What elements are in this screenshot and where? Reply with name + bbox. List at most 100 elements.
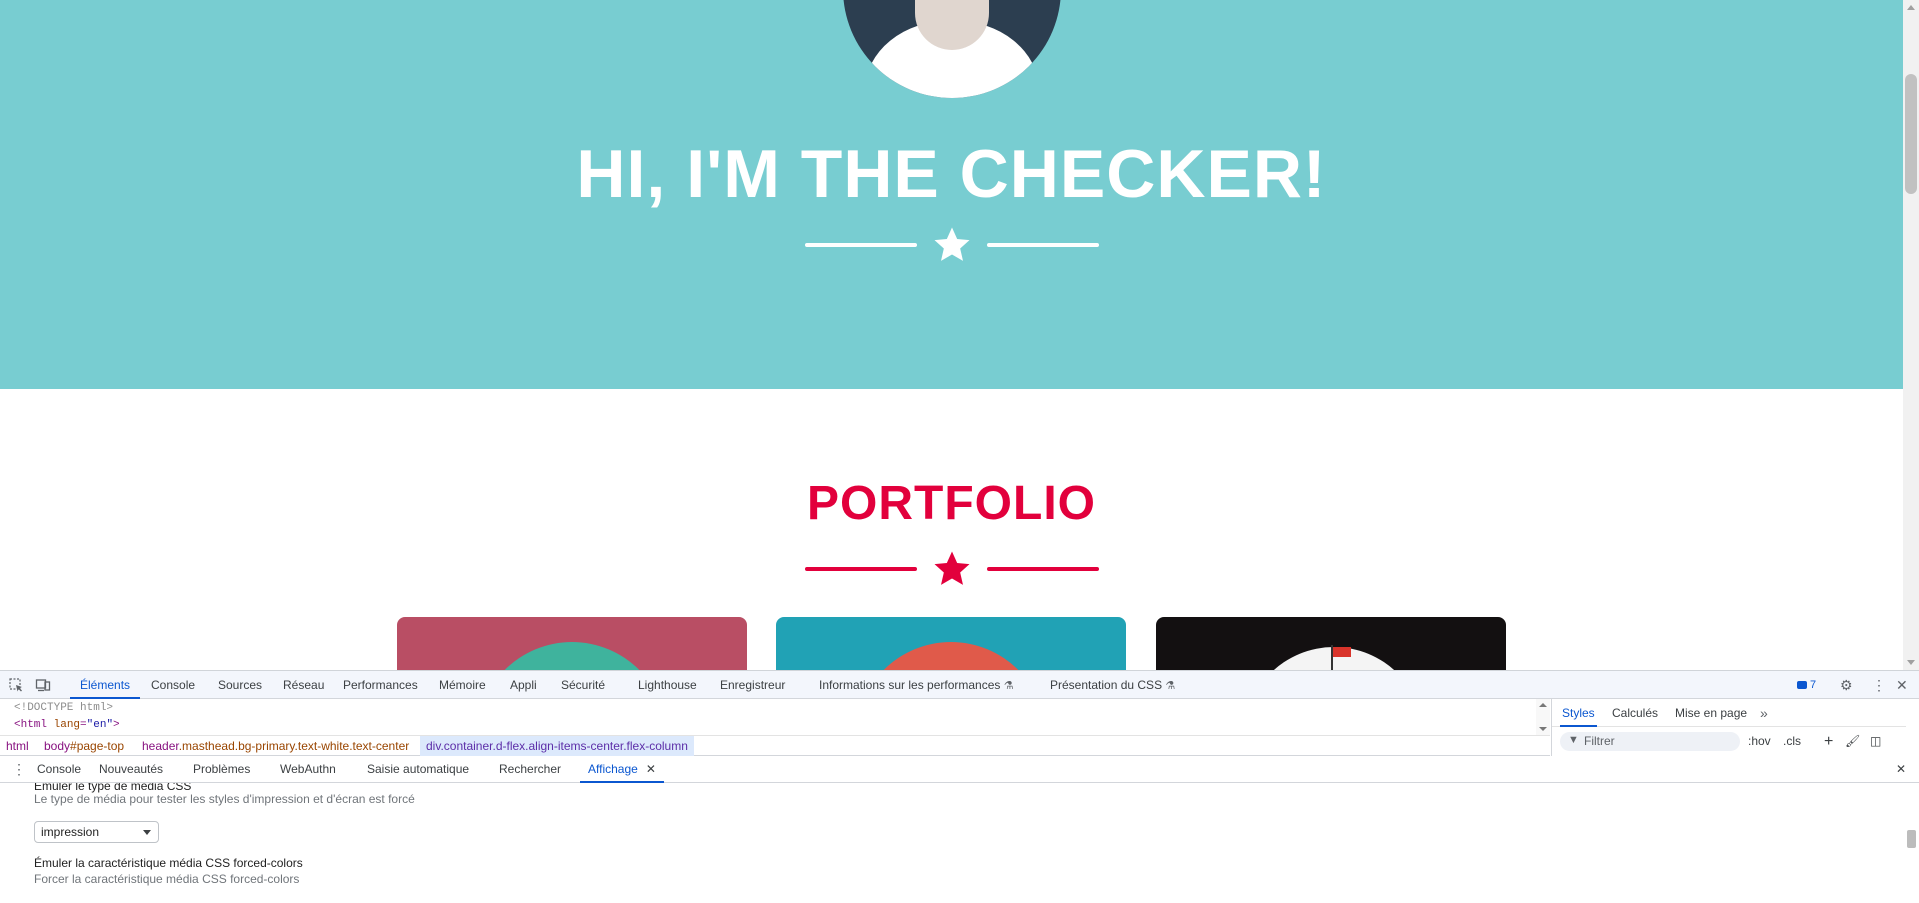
scroll-down-arrow-icon[interactable]	[1907, 660, 1915, 665]
experiment-flask-icon: ⚗	[1003, 680, 1014, 692]
breadcrumb-header-classes: .masthead.bg-primary.text-white.text-cen…	[178, 739, 410, 753]
tab-security[interactable]: Sécurité	[561, 671, 605, 699]
drawer-tab-issues[interactable]: Problèmes	[193, 756, 250, 783]
tab-layout[interactable]: Mise en page	[1675, 699, 1747, 727]
styles-scrollbar[interactable]	[1906, 699, 1919, 756]
portfolio-illustration	[856, 642, 1046, 670]
close-devtools-icon[interactable]: ✕	[1896, 671, 1908, 699]
tab-performance-insights[interactable]: Informations sur les performances ⚗	[819, 671, 1014, 699]
more-tabs-chevron-icon[interactable]: »	[1760, 699, 1768, 727]
divider-line-right	[987, 243, 1099, 247]
forced-colors-title: Émuler la caractéristique média CSS forc…	[34, 856, 303, 870]
issues-message-icon	[1797, 681, 1807, 690]
tab-styles[interactable]: Styles	[1560, 699, 1597, 727]
settings-gear-icon[interactable]: ⚙	[1840, 671, 1853, 699]
breadcrumb-body[interactable]: body#page-top	[38, 736, 130, 756]
breadcrumb-header[interactable]: header.masthead.bg-primary.text-white.te…	[136, 736, 415, 756]
portfolio-item-1[interactable]	[397, 617, 747, 670]
paint-brush-icon[interactable]: 🖌	[1845, 732, 1860, 751]
emulate-media-type-description: Le type de média pour tester les styles …	[34, 792, 415, 806]
drawer-tab-console[interactable]: Console	[37, 756, 81, 783]
masthead: HI, I'M THE CHECKER!	[0, 0, 1903, 389]
dom-html-line[interactable]: <html lang="en">	[14, 717, 1550, 734]
styles-pane: Styles Calculés Mise en page » ▼ :hov .c…	[1551, 699, 1919, 756]
hover-state-button[interactable]: :hov	[1748, 732, 1771, 751]
close-drawer-icon[interactable]: ✕	[1896, 756, 1906, 783]
styles-filter: ▼	[1560, 732, 1740, 751]
divider-line-left	[805, 243, 917, 247]
portfolio-item-2[interactable]	[776, 617, 1126, 670]
rendering-scrollbar[interactable]	[1903, 783, 1919, 903]
masthead-heading: HI, I'M THE CHECKER!	[576, 136, 1327, 212]
breadcrumb-html[interactable]: html	[0, 736, 35, 756]
experiment-flask-icon: ⚗	[1165, 680, 1176, 692]
breadcrumb-header-tag: header	[142, 739, 179, 753]
scroll-up-arrow-icon[interactable]	[1539, 703, 1547, 707]
issues-badge[interactable]: 7	[1797, 678, 1816, 692]
drawer-toolbar: ⋮ Console Nouveautés Problèmes WebAuthn …	[0, 756, 1919, 783]
drawer-tab-rendering[interactable]: Affichage ✕	[580, 756, 664, 783]
page-scrollbar[interactable]	[1903, 0, 1919, 670]
tab-application[interactable]: Appli	[510, 671, 537, 699]
dom-html-open: <html	[14, 719, 48, 731]
tab-performance[interactable]: Performances	[343, 671, 418, 699]
tab-network[interactable]: Réseau	[283, 671, 324, 699]
tab-recorder[interactable]: Enregistreur	[720, 671, 785, 699]
dom-tree: <!DOCTYPE html> <html lang="en">	[0, 699, 1550, 735]
drawer-menu-icon[interactable]: ⋮	[12, 756, 26, 783]
forced-colors-description: Forcer la caractéristique média CSS forc…	[34, 872, 300, 886]
tab-console[interactable]: Console	[151, 671, 195, 699]
star-icon	[934, 227, 970, 261]
breadcrumb-body-id: #page-top	[70, 739, 125, 753]
tab-css-overview[interactable]: Présentation du CSS ⚗	[1050, 671, 1175, 699]
dom-attr-value: "en"	[86, 719, 114, 731]
drawer-tab-whats-new[interactable]: Nouveautés	[99, 756, 163, 783]
media-type-selected: impression	[41, 825, 100, 839]
styles-filter-input[interactable]	[1584, 733, 1734, 749]
dom-doctype-line[interactable]: <!DOCTYPE html>	[14, 700, 1550, 717]
class-toggle-button[interactable]: .cls	[1783, 732, 1801, 751]
breadcrumb-body-tag: body	[44, 739, 71, 753]
styles-tabs: Styles Calculés Mise en page »	[1552, 699, 1919, 727]
device-toolbar-icon[interactable]	[35, 677, 51, 693]
dom-scrollbar[interactable]	[1536, 699, 1550, 735]
tab-lighthouse[interactable]: Lighthouse	[638, 671, 697, 699]
dom-html-close: >	[113, 719, 120, 731]
scroll-down-arrow-icon[interactable]	[1539, 727, 1547, 731]
styles-filter-row: ▼ :hov .cls + 🖌 ◫	[1552, 727, 1919, 756]
rendering-panel: Émuler le type de média CSS Le type de m…	[0, 783, 1903, 903]
chevron-down-icon	[143, 830, 151, 835]
scrollbar-thumb[interactable]	[1905, 74, 1917, 194]
breadcrumb-div[interactable]: div.container.d-flex.align-items-center.…	[420, 736, 694, 756]
tab-performance-insights-label: Informations sur les performances	[819, 678, 1001, 692]
devtools-toolbar: Éléments Console Sources Réseau Performa…	[0, 671, 1919, 699]
dom-breadcrumb: html body#page-top header.masthead.bg-pr…	[0, 735, 1550, 756]
scroll-up-arrow-icon[interactable]	[1907, 5, 1915, 10]
issues-count: 7	[1810, 679, 1817, 691]
drawer-tab-rendering-label: Affichage	[588, 762, 638, 776]
new-style-rule-icon[interactable]: +	[1824, 732, 1833, 751]
dom-attr-eq: =	[80, 719, 87, 731]
drawer-tab-search[interactable]: Rechercher	[499, 756, 561, 783]
more-options-icon[interactable]: ⋮	[1872, 671, 1886, 699]
media-type-select[interactable]: impression	[34, 821, 159, 843]
portfolio-divider	[805, 549, 1099, 589]
portfolio-item-3[interactable]	[1156, 617, 1506, 670]
drawer-tab-webauthn[interactable]: WebAuthn	[280, 756, 336, 783]
tab-sources[interactable]: Sources	[218, 671, 262, 699]
page-viewport: HI, I'M THE CHECKER! PORTFOLIO	[0, 0, 1903, 670]
devtools-panel: Éléments Console Sources Réseau Performa…	[0, 670, 1919, 903]
breadcrumb-div-tag: div	[426, 739, 441, 753]
tab-memory[interactable]: Mémoire	[439, 671, 486, 699]
tab-computed[interactable]: Calculés	[1612, 699, 1658, 727]
inspect-element-icon[interactable]	[8, 677, 24, 693]
scrollbar-thumb[interactable]	[1907, 830, 1916, 848]
filter-funnel-icon: ▼	[1568, 734, 1579, 746]
toggle-sidebar-icon[interactable]: ◫	[1870, 732, 1881, 751]
drawer-tab-autofill[interactable]: Saisie automatique	[367, 756, 469, 783]
divider-line-left	[805, 567, 917, 571]
tab-elements[interactable]: Éléments	[70, 671, 141, 699]
portfolio-heading: PORTFOLIO	[807, 477, 1096, 530]
portfolio-illustration	[477, 642, 667, 670]
close-tab-icon[interactable]: ✕	[646, 762, 656, 776]
